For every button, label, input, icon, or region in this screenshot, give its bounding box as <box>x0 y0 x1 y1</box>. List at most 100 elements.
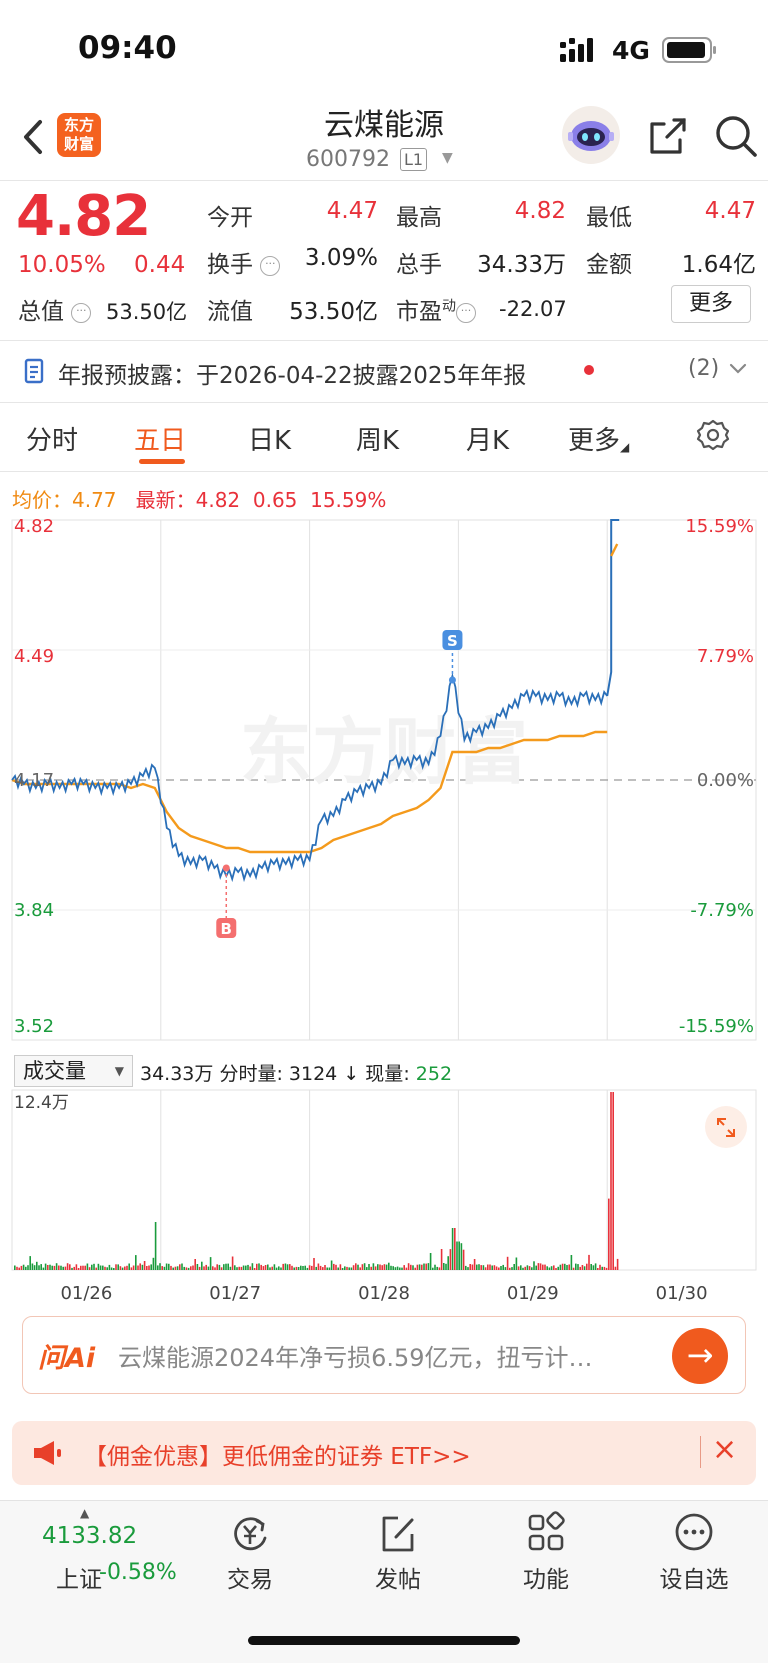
change-percent: 10.05% <box>18 252 106 278</box>
x-date-label: 01/29 <box>507 1283 559 1304</box>
y-tick-right: 7.79% <box>697 646 754 667</box>
volume-max-label: 12.4万 <box>14 1093 69 1113</box>
volume-bar <box>480 1265 482 1270</box>
level-badge[interactable]: L1 <box>400 148 428 171</box>
nav-trade[interactable]: 交易 <box>190 1510 310 1593</box>
volume-bar <box>502 1264 504 1270</box>
volume-bar <box>385 1264 388 1270</box>
volume-bar <box>592 1265 595 1270</box>
volume-bar <box>588 1254 590 1270</box>
volume-bar <box>555 1268 557 1270</box>
volume-bar <box>561 1263 564 1270</box>
robot-icon <box>568 121 614 151</box>
volume-bar <box>491 1265 493 1270</box>
volume-bar <box>350 1267 353 1270</box>
settings-icon[interactable] <box>696 418 730 452</box>
share-icon[interactable] <box>644 112 692 160</box>
volume-bar <box>443 1263 445 1270</box>
volume-bar <box>132 1265 135 1270</box>
index-value[interactable]: 4133.82 <box>42 1523 137 1549</box>
volume-bar <box>473 1259 476 1270</box>
tab-weekly-k[interactable]: 周K <box>356 420 399 457</box>
ai-robot-avatar[interactable] <box>562 106 620 164</box>
volume-bar <box>130 1267 133 1270</box>
volume-bar <box>451 1228 454 1270</box>
info-icon[interactable]: ··· <box>71 303 92 323</box>
tab-intraday[interactable]: 分时 <box>26 420 78 457</box>
volume-bar <box>300 1265 302 1270</box>
chevron-down-icon[interactable] <box>728 362 748 376</box>
volume-bar <box>124 1266 126 1270</box>
volume-bar <box>218 1264 221 1270</box>
index-name[interactable]: 上证 <box>56 1560 102 1594</box>
volume-bar <box>361 1264 364 1270</box>
more-button[interactable]: 更多 <box>671 285 751 323</box>
nav-functions[interactable]: 功能 <box>486 1510 606 1593</box>
status-time: 09:40 <box>78 30 177 66</box>
volume-bar <box>306 1267 309 1270</box>
volume-bar <box>159 1263 161 1270</box>
volume-bar <box>229 1266 232 1270</box>
volume-bar <box>36 1261 38 1270</box>
float-cap-value: 53.50亿 <box>289 299 378 325</box>
volume-bar <box>427 1263 430 1270</box>
tab-monthly-k[interactable]: 月K <box>466 420 509 457</box>
stock-code: 600792 <box>306 147 390 172</box>
close-icon[interactable]: × <box>712 1432 737 1467</box>
promo-text[interactable]: 【佣金优惠】更低佣金的证券 ETF>> <box>84 1437 471 1471</box>
y-tick-left: 4.17 <box>14 770 54 791</box>
tab-more[interactable]: 更多◢ <box>568 420 629 457</box>
volume-bar <box>462 1249 465 1270</box>
sell-point <box>448 676 456 684</box>
volume-bar <box>344 1266 346 1270</box>
volume-bar <box>47 1265 49 1270</box>
volume-bar <box>75 1264 78 1270</box>
chevron-down-icon[interactable]: ▼ <box>442 150 453 166</box>
volume-bar <box>119 1266 122 1270</box>
volume-bar <box>421 1264 423 1270</box>
volume-bar <box>80 1265 82 1270</box>
volume-bar <box>436 1266 438 1270</box>
volume-bar <box>289 1264 291 1270</box>
index-change[interactable]: -0.58% <box>99 1560 177 1585</box>
volume-bar <box>25 1266 27 1270</box>
home-indicator <box>248 1636 520 1645</box>
volume-bar <box>280 1267 282 1270</box>
turnover-label: 换手 ··· <box>207 245 281 279</box>
tab-daily-k[interactable]: 日K <box>248 420 291 457</box>
volume-bar <box>73 1266 75 1270</box>
volume-bar <box>456 1241 458 1270</box>
volume-bar <box>203 1266 205 1270</box>
volume-bar <box>484 1267 487 1270</box>
volume-bar <box>157 1265 159 1270</box>
volume-bar <box>572 1267 575 1270</box>
more-circle-icon <box>675 1513 713 1551</box>
info-icon[interactable]: ··· <box>456 303 476 323</box>
tab-five-day[interactable]: 五日 <box>134 420 186 457</box>
volume-indicator-select[interactable]: 成交量 ▼ <box>14 1055 133 1087</box>
signal-icon <box>560 38 593 62</box>
volume-bar <box>319 1265 322 1270</box>
info-icon[interactable]: ··· <box>260 256 281 276</box>
volume-bar <box>605 1267 608 1270</box>
volume-bar <box>71 1267 73 1270</box>
nav-post[interactable]: 发帖 <box>338 1510 458 1593</box>
volume-bar <box>328 1267 331 1270</box>
back-icon[interactable] <box>14 112 58 162</box>
volume-bar <box>102 1265 104 1270</box>
five-day-chart[interactable]: 东方财富 BS 4.824.494.173.843.5215.59%7.79%0… <box>0 515 768 1305</box>
volume-bar <box>267 1264 269 1270</box>
volume-bar <box>524 1266 526 1270</box>
search-icon[interactable] <box>712 112 760 160</box>
nav-add-watchlist[interactable]: 设自选 <box>634 1510 754 1593</box>
volume-bar <box>308 1265 311 1270</box>
volume-bar <box>374 1266 377 1270</box>
volume-bar <box>291 1265 293 1270</box>
active-tab-indicator <box>139 459 185 464</box>
volume-info: 34.33万 分时量: 3124 ↓ 现量: 252 <box>140 1063 453 1085</box>
arrow-right-icon[interactable]: → <box>672 1328 728 1384</box>
volume-bar <box>113 1268 115 1270</box>
volume-bar <box>141 1264 144 1270</box>
volume-bar <box>577 1264 579 1270</box>
ai-search-text[interactable]: 云煤能源2024年净亏损6.59亿元，扭亏计… <box>118 1338 658 1373</box>
